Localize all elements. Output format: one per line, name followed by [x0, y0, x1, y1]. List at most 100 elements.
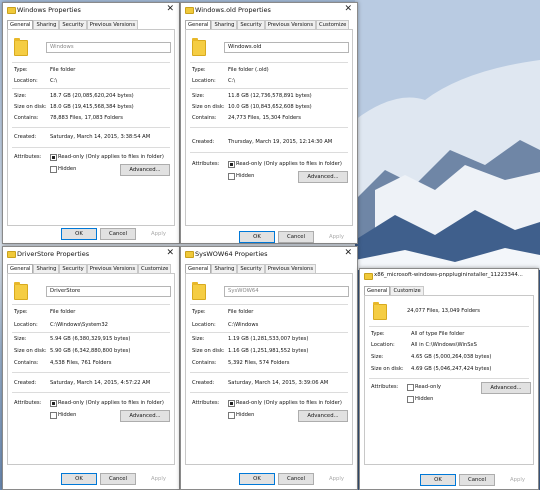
- ok-button[interactable]: OK: [420, 474, 456, 486]
- readonly-checkbox[interactable]: [228, 400, 235, 407]
- ok-button[interactable]: OK: [239, 473, 275, 485]
- hidden-checkbox[interactable]: [50, 166, 57, 173]
- type-value: File folder (.old): [228, 67, 269, 73]
- close-icon[interactable]: ✕: [344, 248, 352, 258]
- tab-customize[interactable]: Customize: [316, 20, 350, 29]
- location-value: C:\Windows: [228, 322, 259, 328]
- title-bar[interactable]: x86_microsoft-windows-pnpplugininstaller…: [360, 269, 538, 284]
- separator: [190, 372, 348, 373]
- separator: [12, 127, 170, 128]
- folder-name-field[interactable]: Windows.old: [224, 42, 349, 53]
- size-on-disk-label: Size on disk:: [192, 104, 225, 110]
- separator: [190, 88, 348, 89]
- separator: [12, 147, 170, 148]
- size-on-disk-label: Size on disk:: [371, 366, 404, 372]
- size-on-disk-value: 5.90 GB (6,342,880,800 bytes): [50, 348, 131, 354]
- folder-icon: [192, 282, 206, 300]
- tab-security[interactable]: Security: [59, 264, 87, 273]
- tab-previous-versions[interactable]: Previous Versions: [264, 264, 317, 273]
- ok-button[interactable]: OK: [61, 228, 97, 240]
- created-value: Thursday, March 19, 2015, 12:14:30 AM: [228, 139, 333, 145]
- ok-button[interactable]: OK: [61, 473, 97, 485]
- hidden-checkbox[interactable]: [407, 396, 414, 403]
- location-label: Location:: [192, 322, 216, 328]
- close-icon[interactable]: ✕: [166, 4, 174, 14]
- hidden-checkbox[interactable]: [228, 412, 235, 419]
- size-on-disk-value: 18.0 GB (19,415,568,384 bytes): [50, 104, 134, 110]
- apply-button[interactable]: Apply: [510, 477, 525, 483]
- ok-button[interactable]: OK: [239, 231, 275, 243]
- readonly-label: Read-only: [415, 384, 441, 390]
- contains-value: 5,392 Files, 574 Folders: [228, 360, 290, 366]
- title-bar[interactable]: DriverStore Properties ✕: [3, 247, 179, 262]
- hidden-label: Hidden: [236, 412, 255, 418]
- cancel-button[interactable]: Cancel: [100, 228, 136, 240]
- apply-button[interactable]: Apply: [151, 231, 166, 237]
- readonly-checkbox[interactable]: [50, 154, 57, 161]
- advanced-button[interactable]: Advanced...: [298, 410, 348, 422]
- apply-button[interactable]: Apply: [151, 476, 166, 482]
- general-panel: SysWOW64 Type: File folder Location: C:\…: [185, 273, 353, 465]
- separator: [12, 332, 170, 333]
- window-title: Windows Properties: [17, 6, 81, 14]
- folder-name-field[interactable]: DriverStore: [46, 286, 171, 297]
- size-on-disk-label: Size on disk:: [14, 104, 47, 110]
- folder-name-field[interactable]: SysWOW64: [224, 286, 349, 297]
- tab-sharing[interactable]: Sharing: [33, 20, 60, 29]
- tab-strip: General Sharing Security Previous Versions: [7, 19, 139, 30]
- tab-security[interactable]: Security: [59, 20, 87, 29]
- separator: [190, 392, 348, 393]
- cancel-button[interactable]: Cancel: [459, 474, 495, 486]
- apply-button[interactable]: Apply: [329, 476, 344, 482]
- title-bar[interactable]: Windows.old Properties ✕: [181, 3, 357, 18]
- selection-summary: 24,077 Files, 13,049 Folders: [407, 308, 481, 314]
- separator: [369, 326, 529, 327]
- close-icon[interactable]: ✕: [344, 4, 352, 14]
- folder-name-field[interactable]: Windows: [46, 42, 171, 53]
- cancel-button[interactable]: Cancel: [100, 473, 136, 485]
- advanced-button[interactable]: Advanced...: [481, 382, 531, 394]
- tab-sharing[interactable]: Sharing: [33, 264, 60, 273]
- title-bar[interactable]: SysWOW64 Properties ✕: [181, 247, 357, 262]
- advanced-button[interactable]: Advanced...: [120, 164, 170, 176]
- tab-sharing[interactable]: Sharing: [211, 264, 238, 273]
- location-label: Location:: [14, 322, 38, 328]
- advanced-button[interactable]: Advanced...: [298, 171, 348, 183]
- separator: [190, 127, 348, 128]
- separator: [12, 304, 170, 305]
- tab-security[interactable]: Security: [237, 20, 265, 29]
- cancel-button[interactable]: Cancel: [278, 473, 314, 485]
- created-value: Saturday, March 14, 2015, 4:57:22 AM: [50, 380, 151, 386]
- title-bar[interactable]: Windows Properties ✕: [3, 3, 179, 18]
- size-value: 4.65 GB (5,000,264,038 bytes): [411, 354, 492, 360]
- close-icon[interactable]: ✕: [166, 248, 174, 258]
- advanced-button[interactable]: Advanced...: [120, 410, 170, 422]
- size-on-disk-value: 10.0 GB (10,843,652,608 bytes): [228, 104, 312, 110]
- type-label: Type:: [192, 67, 206, 73]
- created-label: Created:: [14, 134, 37, 140]
- readonly-checkbox[interactable]: [407, 384, 414, 391]
- cancel-button[interactable]: Cancel: [278, 231, 314, 243]
- hidden-label: Hidden: [236, 173, 255, 179]
- tab-previous-versions[interactable]: Previous Versions: [264, 20, 317, 29]
- readonly-checkbox[interactable]: [228, 161, 235, 168]
- readonly-checkbox[interactable]: [50, 400, 57, 407]
- folder-icon: [7, 7, 16, 14]
- contains-label: Contains:: [14, 115, 39, 121]
- apply-button[interactable]: Apply: [329, 234, 344, 240]
- separator: [190, 304, 348, 305]
- contains-label: Contains:: [192, 360, 217, 366]
- tab-previous-versions[interactable]: Previous Versions: [86, 264, 139, 273]
- folder-icon: [185, 7, 194, 14]
- tab-customize[interactable]: Customize: [390, 286, 424, 295]
- hidden-checkbox[interactable]: [228, 173, 235, 180]
- hidden-checkbox[interactable]: [50, 412, 57, 419]
- attributes-label: Attributes:: [192, 161, 220, 167]
- tab-security[interactable]: Security: [237, 264, 265, 273]
- tab-previous-versions[interactable]: Previous Versions: [86, 20, 139, 29]
- tab-customize[interactable]: Customize: [138, 264, 172, 273]
- tab-sharing[interactable]: Sharing: [211, 20, 238, 29]
- size-value: 1.19 GB (1,281,533,007 bytes): [228, 336, 309, 342]
- separator: [12, 88, 170, 89]
- created-label: Created:: [192, 380, 215, 386]
